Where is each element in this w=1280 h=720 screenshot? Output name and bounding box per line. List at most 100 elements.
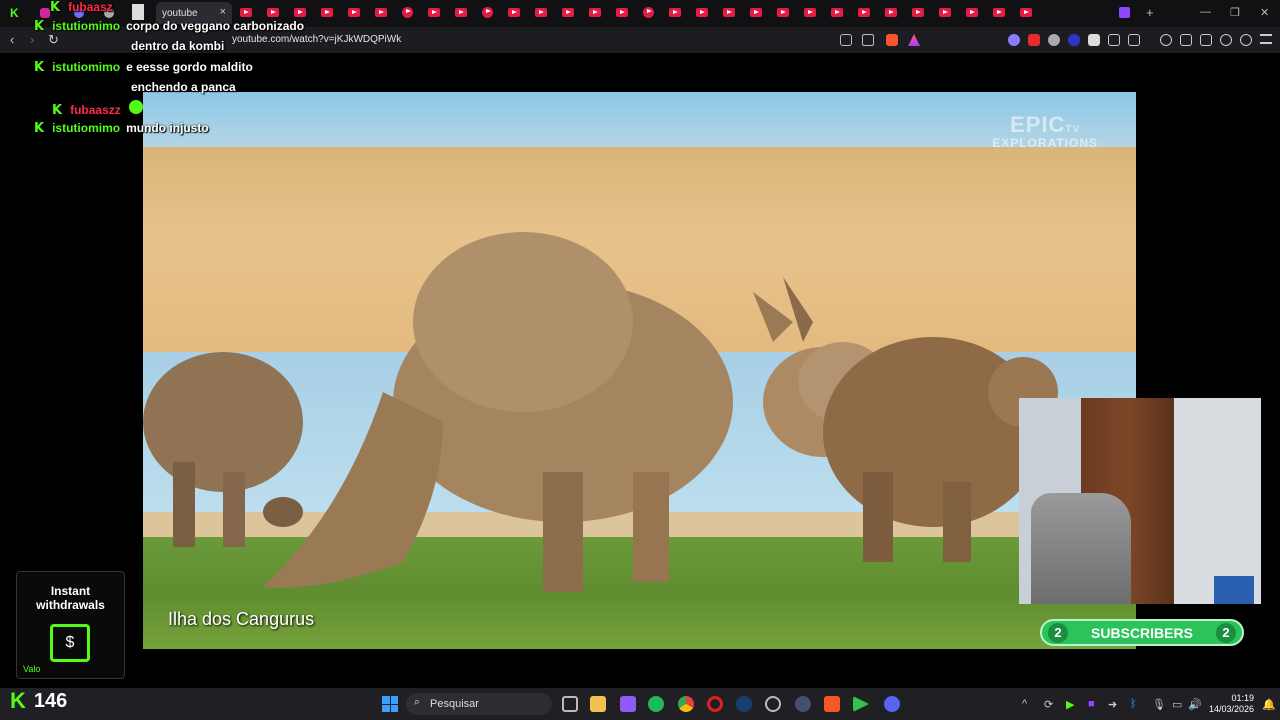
steam-icon[interactable] xyxy=(736,696,752,712)
tray-icon[interactable]: ■ xyxy=(1088,698,1095,710)
tray-icon[interactable]: ➜ xyxy=(1108,698,1117,711)
clock-date: 14/03/2026 xyxy=(1208,704,1254,714)
youtube-tab-icon[interactable] xyxy=(321,8,333,17)
wallet-icon[interactable] xyxy=(1200,34,1212,46)
apps-icon[interactable] xyxy=(620,696,636,712)
youtube-tab-icon[interactable] xyxy=(375,8,387,17)
youtube-tab-icon[interactable] xyxy=(348,8,360,17)
sidebar-icon[interactable] xyxy=(1180,34,1192,46)
bluetooth-icon[interactable]: ᛒ xyxy=(1130,698,1137,710)
forward-icon[interactable]: › xyxy=(30,32,34,47)
youtube-tab-icon[interactable] xyxy=(750,8,762,17)
chat-text: e eesse gordo maldito xyxy=(126,60,253,74)
kick-badge-icon: K xyxy=(34,60,45,75)
youtube-tab-icon[interactable] xyxy=(669,8,681,17)
menu-icon[interactable] xyxy=(1260,34,1272,44)
extension-icon[interactable] xyxy=(1028,34,1040,46)
tray-icon[interactable]: ▶ xyxy=(1066,698,1074,711)
spotify-icon[interactable] xyxy=(648,696,664,712)
youtube-tab-icon[interactable] xyxy=(616,8,628,17)
network-icon[interactable]: ▭ xyxy=(1172,698,1182,711)
task-view-icon[interactable] xyxy=(562,696,578,712)
file-explorer-icon[interactable] xyxy=(590,696,606,712)
chat-username[interactable]: istutiomimo xyxy=(52,60,120,74)
opera-icon[interactable] xyxy=(707,696,723,712)
windows-start-icon[interactable] xyxy=(382,696,398,712)
brave-rewards-icon[interactable] xyxy=(908,34,920,46)
youtube-tab-icon[interactable] xyxy=(804,8,816,17)
youtube-tab-icon[interactable] xyxy=(455,8,467,17)
youtube-tab-icon[interactable] xyxy=(831,8,843,17)
leo-icon[interactable] xyxy=(1220,34,1232,46)
tray-icon[interactable]: ⟳ xyxy=(1044,698,1053,711)
extension-icon[interactable] xyxy=(1068,34,1080,46)
url-field[interactable]: youtube.com/watch?v=jKJkWDQPiWk xyxy=(232,34,401,45)
reload-icon[interactable]: ↻ xyxy=(48,32,59,48)
youtube-tab-icon[interactable] xyxy=(966,8,978,17)
vpn-icon[interactable] xyxy=(1240,34,1252,46)
youtube-tab-icon[interactable] xyxy=(535,8,547,17)
youtube-tab-icon[interactable] xyxy=(428,8,440,17)
emote-icon xyxy=(128,100,143,114)
youtube-tab-icon[interactable] xyxy=(885,8,897,17)
tab-icon[interactable] xyxy=(132,4,144,20)
youtube-tab-icon[interactable] xyxy=(939,8,951,17)
back-icon[interactable]: ‹ xyxy=(10,32,14,47)
kick-logo-icon: K xyxy=(10,688,26,713)
restore-icon[interactable]: ❐ xyxy=(1230,6,1240,19)
discord-icon[interactable] xyxy=(884,696,900,712)
youtube-tab-icon[interactable] xyxy=(777,8,789,17)
youtube-tab-icon[interactable] xyxy=(723,8,735,17)
extension-icon[interactable] xyxy=(1088,34,1100,46)
puzzle-icon[interactable] xyxy=(1108,34,1120,46)
watermark-tv: TV xyxy=(1065,124,1081,135)
minimize-icon[interactable]: — xyxy=(1200,6,1211,18)
youtube-tab-icon[interactable] xyxy=(402,7,413,18)
brave-icon[interactable] xyxy=(824,696,840,712)
cast-icon[interactable] xyxy=(840,34,852,46)
youtube-tab-icon[interactable] xyxy=(294,8,306,17)
chat-username[interactable]: fubaaszz xyxy=(70,103,121,117)
extension-icon[interactable] xyxy=(1008,34,1020,46)
app-icon[interactable] xyxy=(795,696,811,712)
app-icon[interactable] xyxy=(765,696,781,712)
youtube-tab-icon[interactable] xyxy=(562,8,574,17)
taskbar-search[interactable]: ⌕ Pesquisar xyxy=(406,693,552,715)
youtube-tab-icon[interactable] xyxy=(508,8,520,17)
chat-username[interactable]: fubaasz xyxy=(68,0,113,14)
youtube-tab-icon[interactable] xyxy=(858,8,870,17)
extension-icon[interactable] xyxy=(1048,34,1060,46)
youtube-tab-icon[interactable] xyxy=(696,8,708,17)
microphone-icon[interactable]: 🎙 xyxy=(1152,698,1166,711)
share-icon[interactable] xyxy=(862,34,874,46)
close-icon[interactable]: × xyxy=(220,6,226,18)
twitch-tab-icon[interactable] xyxy=(1119,7,1130,18)
youtube-tab-icon[interactable] xyxy=(993,8,1005,17)
notification-icon[interactable]: 🔔 xyxy=(1262,698,1276,711)
youtube-tab-icon[interactable] xyxy=(482,7,493,18)
video-player[interactable]: EPICTV EXPLORATIONS Ilha dos Cangurus xyxy=(143,92,1136,649)
subscribers-count-right: 2 xyxy=(1216,622,1236,643)
volume-icon[interactable]: 🔊 xyxy=(1188,698,1202,711)
chat-username[interactable]: istutiomimo xyxy=(52,19,120,33)
youtube-tab-icon[interactable] xyxy=(643,7,654,18)
clock-time: 01:19 xyxy=(1231,693,1254,703)
youtube-tab-icon[interactable] xyxy=(240,8,252,17)
taskbar-clock[interactable]: 01:19 14/03/2026 xyxy=(1206,693,1254,715)
youtube-tab-icon[interactable] xyxy=(267,8,279,17)
youtube-tab-icon[interactable] xyxy=(1020,8,1032,17)
close-window-icon[interactable]: ✕ xyxy=(1260,6,1269,19)
music-icon[interactable] xyxy=(1160,34,1172,46)
chat-message: enchendo a panca xyxy=(131,80,236,94)
tray-chevron-icon[interactable]: ^ xyxy=(1022,698,1027,710)
chat-username[interactable]: istutiomimo xyxy=(52,121,120,135)
brave-shield-icon[interactable] xyxy=(886,34,898,46)
subscribers-badge: 2 SUBSCRIBERS 2 xyxy=(1040,619,1244,646)
ad-banner[interactable]: Instant withdrawals $ Valo xyxy=(16,571,125,679)
youtube-tab-icon[interactable] xyxy=(912,8,924,17)
extension-icon[interactable] xyxy=(1128,34,1140,46)
chrome-icon[interactable] xyxy=(678,696,694,712)
youtube-tab-icon[interactable] xyxy=(589,8,601,17)
new-tab-icon[interactable]: + xyxy=(1146,5,1154,20)
subscribers-count-left: 2 xyxy=(1048,622,1068,643)
